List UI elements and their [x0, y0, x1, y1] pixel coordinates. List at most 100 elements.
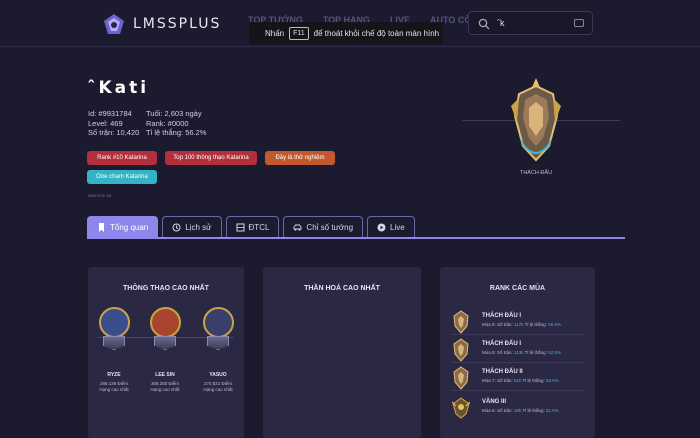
logo-text: LMSSPLUS [133, 16, 222, 32]
season-winrate: 55.6% [548, 322, 561, 327]
season-winrate: 52.8% [548, 350, 561, 355]
season-rank-title: RANK CÁC MÙA [489, 285, 546, 292]
tab-tong-quan[interactable]: Tổng quan [87, 216, 159, 237]
board-icon [236, 223, 245, 231]
badge-mastery[interactable]: Top 100 thông thạo Katarina [165, 151, 257, 165]
champion-points: 270.821 Điểm Hạng cao nhất [198, 381, 238, 393]
stat-age: Tuổi: 2,603 ngày [146, 109, 202, 118]
tab-dtcl[interactable]: ĐTCL [225, 216, 280, 237]
season-wr-label: Tỉ lệ thắng: [522, 378, 545, 383]
search-icon [478, 18, 490, 30]
mastery-banner-icon [103, 336, 125, 350]
top-header: LMSSPLUS TOP TƯỚNG TOP HẠNG LIVE AUTO CÔ… [0, 0, 700, 47]
summoner-stats: Id: #9931784 Tuổi: 2,603 ngày Level: 469 R… [88, 109, 206, 138]
tab-bar: Tổng quan Lịch sử ĐTCL Chỉ số tướng Live [87, 216, 415, 237]
challenger-rank-icon [453, 338, 469, 362]
champion-ryze[interactable]: RYZE 286.136 Điểm Hạng cao nhất [94, 307, 134, 393]
tab-chi-so-tuong[interactable]: Chỉ số tướng [283, 216, 364, 237]
season-winrate: 56.6% [546, 378, 559, 383]
season-wr-label: Tỉ lệ thắng: [524, 322, 547, 327]
stat-winrate: Tỉ lệ thắng: 56.2% [146, 128, 207, 137]
season-label: Mùa 8: Số trận: [482, 350, 513, 355]
logo[interactable]: LMSSPLUS [103, 13, 221, 35]
champion-yasuo[interactable]: YASUO 270.821 Điểm Hạng cao nhất [198, 307, 238, 393]
tab-label: Tổng quan [110, 222, 149, 232]
bookmark-icon [99, 222, 104, 232]
season-games: 117k [514, 322, 524, 327]
season-games: 113k [514, 350, 524, 355]
than-hoa-card: THẦN HOẢ CAO NHẤT [263, 267, 421, 438]
champion-points-sub: Hạng cao nhất [99, 387, 129, 392]
fullscreen-notice: Nhấn F11 để thoát khỏi chế độ toàn màn h… [249, 22, 443, 44]
than-hoa-title: THẦN HOẢ CAO NHẤT [304, 285, 380, 292]
champion-points: 306.250 Điểm Hạng cao nhất [145, 381, 185, 393]
gold-rank-icon [452, 397, 470, 419]
champion-portrait [98, 307, 130, 338]
champion-name: YASUO [209, 372, 227, 378]
tab-label: Lịch sử [185, 222, 212, 232]
season-row: THÁCH ĐẤU I Mùa 9: Số trận: 117k Tỉ lệ t… [452, 310, 587, 334]
mastery-banner-icon [207, 336, 229, 350]
season-rank-name: VÀNG III [482, 399, 507, 405]
season-rank-name: THÁCH ĐẤU II [482, 369, 523, 375]
season-wr-label: Tỉ lệ thắng: [522, 408, 545, 413]
season-row: THÁCH ĐẤU I Mùa 8: Số trận: 113k Tỉ lệ t… [452, 338, 587, 362]
champion-name: LEE SIN [155, 372, 175, 378]
tab-label: Live [390, 222, 405, 232]
stat-games: Số trận: 10,420 [88, 128, 140, 137]
season-label: Mùa 6: Số trận: [482, 408, 513, 413]
season-divider [452, 390, 584, 391]
season-meta: Mùa 9: Số trận: 117k Tỉ lệ thắng: 55.6% [482, 322, 561, 327]
season-divider [452, 334, 584, 335]
f11-key: F11 [289, 26, 309, 40]
logo-icon [104, 14, 124, 34]
stat-id: Id: #9931784 [88, 109, 132, 118]
season-rank-name: THÁCH ĐẤU I [482, 341, 521, 347]
play-icon [377, 223, 386, 231]
tab-lich-su[interactable]: Lịch sử [162, 216, 222, 237]
tiny-note: 5/6/5 5/7/5, 5/6 [88, 194, 112, 198]
car-icon [293, 224, 302, 231]
summoner-name: ˆKati [87, 78, 150, 98]
search-input[interactable]: ˆk [497, 18, 505, 28]
badge-one-champ[interactable]: One cham Katarina [87, 170, 157, 184]
season-meta: Mùa 7: Số trận: 51k Tỉ lệ thắng: 56.6% [482, 378, 559, 383]
history-icon [172, 223, 181, 231]
season-meta: Mùa 6: Số trận: 39k Tỉ lệ thắng: 51.6% [482, 408, 559, 413]
tab-label: Chỉ số tướng [306, 222, 354, 232]
mastery-title: THÔNG THẠO CAO NHẤT [123, 285, 209, 292]
season-winrate: 51.6% [546, 408, 559, 413]
challenger-emblem-icon [511, 78, 561, 162]
badge-test[interactable]: Đây là thử nghiệm [265, 151, 335, 165]
champion-portrait [202, 307, 234, 338]
season-rank-name: THÁCH ĐẤU I [482, 313, 521, 319]
mastery-card: THÔNG THẠO CAO NHẤT RYZE 286.136 Điểm Hạ… [88, 267, 244, 438]
champion-lee-sin[interactable]: LEE SIN 306.250 Điểm Hạng cao nhất [145, 307, 185, 393]
season-games: 51k [514, 378, 522, 383]
season-games: 39k [514, 408, 522, 413]
season-divider [452, 362, 584, 363]
season-label: Mùa 9: Số trận: [482, 322, 513, 327]
champion-points-sub: Hạng cao nhất [203, 387, 233, 392]
season-rank-card: RANK CÁC MÙA THÁCH ĐẤU I Mùa 9: Số trận:… [440, 267, 595, 438]
mastery-banner-icon [154, 336, 176, 350]
fullscreen-notice-suffix: để thoát khỏi chế độ toàn màn hình [313, 28, 440, 38]
season-wr-label: Tỉ lệ thắng: [524, 350, 547, 355]
season-meta: Mùa 8: Số trận: 113k Tỉ lệ thắng: 52.8% [482, 350, 561, 355]
stat-rank: Rank: #0000 [146, 118, 189, 128]
tab-underline [87, 237, 625, 239]
keyboard-icon [574, 19, 584, 27]
rank-label: THÁCH ĐẤU [519, 170, 553, 176]
season-row: THÁCH ĐẤU II Mùa 7: Số trận: 51k Tỉ lệ t… [452, 366, 587, 390]
challenger-rank-icon [453, 310, 469, 334]
champion-name: RYZE [107, 372, 121, 378]
champion-portrait [149, 307, 181, 338]
search-box[interactable]: ˆk [468, 11, 593, 35]
badge-rank[interactable]: Rank #10 Katarina [87, 151, 157, 165]
season-row: VÀNG III Mùa 6: Số trận: 39k Tỉ lệ thắng… [452, 396, 587, 419]
season-label: Mùa 7: Số trận: [482, 378, 513, 383]
stat-level: Level: 469 [88, 118, 123, 128]
champion-points: 286.136 Điểm Hạng cao nhất [94, 381, 134, 393]
tab-live[interactable]: Live [367, 216, 415, 237]
champion-points-sub: Hạng cao nhất [150, 387, 180, 392]
